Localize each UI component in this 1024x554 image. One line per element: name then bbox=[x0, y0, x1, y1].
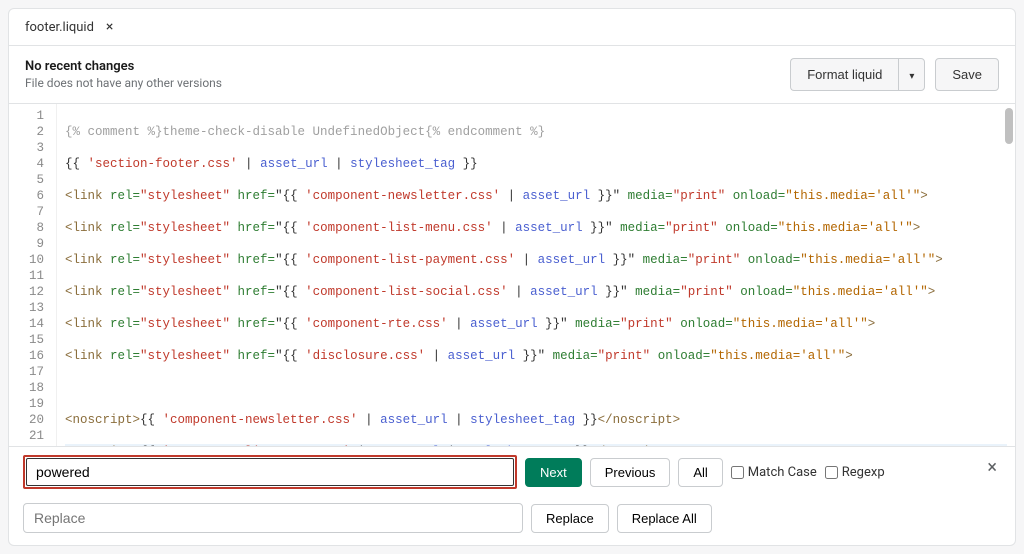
close-icon[interactable]: × bbox=[106, 19, 113, 35]
regexp-toggle[interactable]: Regexp bbox=[825, 465, 885, 480]
regexp-checkbox[interactable] bbox=[825, 466, 838, 479]
replace-all-button[interactable]: Replace All bbox=[617, 504, 712, 533]
replace-input[interactable] bbox=[23, 503, 523, 533]
changes-title: No recent changes bbox=[25, 59, 222, 74]
toolbar-actions: Format liquid Save bbox=[790, 58, 999, 91]
file-tab[interactable]: footer.liquid × bbox=[9, 9, 129, 45]
match-case-checkbox[interactable] bbox=[731, 466, 744, 479]
next-button[interactable]: Next bbox=[525, 458, 582, 487]
format-liquid-button[interactable]: Format liquid bbox=[790, 58, 898, 91]
find-bar: Next Previous All Match Case Regexp × bbox=[9, 446, 1015, 497]
toolbar-info: No recent changes File does not have any… bbox=[25, 59, 222, 90]
tab-bar: footer.liquid × bbox=[9, 9, 1015, 46]
search-highlight-box bbox=[23, 455, 517, 489]
previous-button[interactable]: Previous bbox=[590, 458, 671, 487]
code-content[interactable]: {% comment %}theme-check-disable Undefin… bbox=[57, 104, 1015, 446]
match-case-toggle[interactable]: Match Case bbox=[731, 465, 817, 480]
format-button-group: Format liquid bbox=[790, 58, 925, 91]
search-input[interactable] bbox=[26, 458, 514, 486]
changes-subtitle: File does not have any other versions bbox=[25, 76, 222, 90]
scrollbar[interactable] bbox=[1005, 108, 1013, 442]
scroll-thumb[interactable] bbox=[1005, 108, 1013, 144]
editor-container: footer.liquid × No recent changes File d… bbox=[8, 8, 1016, 546]
tab-filename: footer.liquid bbox=[25, 20, 94, 35]
line-gutter: 12345678910111213141516171819202122 bbox=[9, 104, 57, 446]
all-button[interactable]: All bbox=[678, 458, 722, 487]
toolbar: No recent changes File does not have any… bbox=[9, 46, 1015, 104]
code-editor[interactable]: 12345678910111213141516171819202122 {% c… bbox=[9, 104, 1015, 446]
format-dropdown-button[interactable] bbox=[898, 58, 925, 91]
replace-button[interactable]: Replace bbox=[531, 504, 609, 533]
replace-bar: Replace Replace All bbox=[9, 497, 1015, 545]
save-button[interactable]: Save bbox=[935, 58, 999, 91]
close-icon[interactable]: × bbox=[987, 457, 997, 478]
